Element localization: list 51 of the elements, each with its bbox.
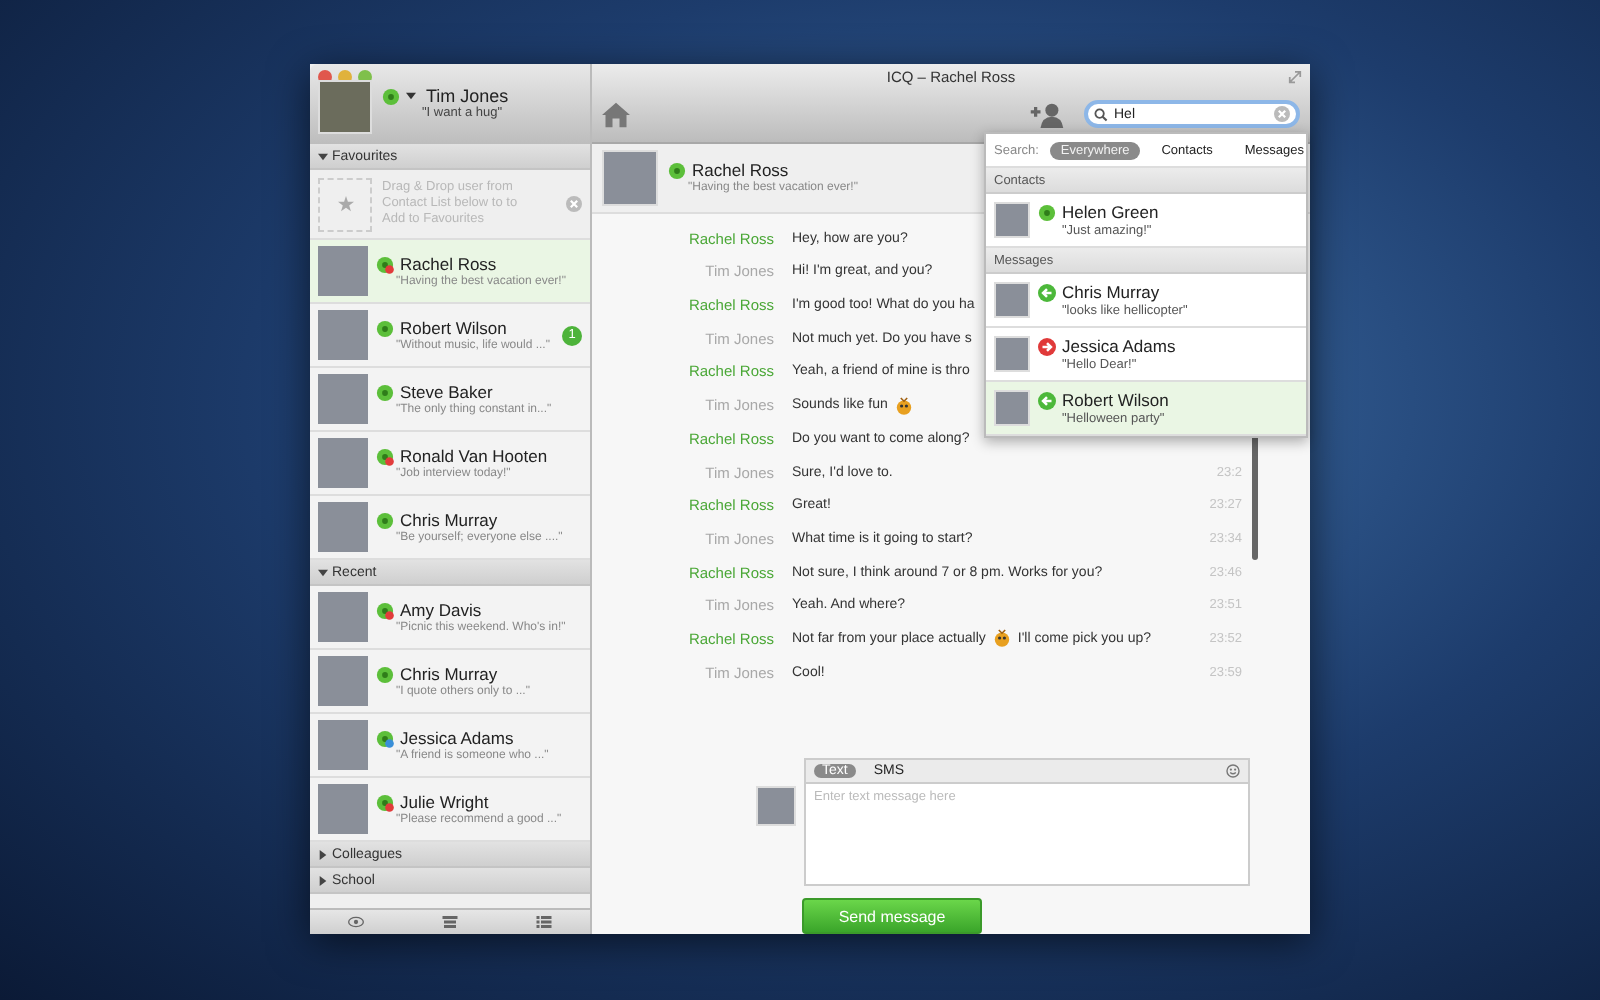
avatar-photo	[318, 784, 368, 834]
contact-name: Ronald Van Hooten	[400, 446, 548, 466]
contact-name: Jessica Adams	[400, 728, 514, 748]
avatar-photo	[318, 246, 368, 296]
add-contact-icon[interactable]	[1030, 101, 1064, 127]
avatar-photo	[318, 720, 368, 770]
eye-icon[interactable]	[348, 916, 365, 928]
contact-name: Steve Baker	[400, 382, 493, 402]
avatar-photo	[994, 390, 1030, 426]
left-arrow-icon	[1038, 391, 1056, 409]
menu-icon[interactable]	[535, 916, 552, 928]
avatar-photo	[318, 310, 368, 360]
avatar-photo	[318, 374, 368, 424]
right-arrow-icon	[1038, 337, 1056, 355]
contact-name: Robert Wilson	[400, 318, 507, 338]
smiley-icon[interactable]	[1226, 763, 1240, 777]
contact-name: Chris Murray	[400, 510, 498, 530]
avatar-photo	[318, 438, 368, 488]
fullscreen-icon[interactable]	[1288, 70, 1302, 84]
avatar-photo	[994, 202, 1030, 238]
avatar-photo	[318, 656, 368, 706]
contact-name: Rachel Ross	[400, 254, 497, 274]
avatar-photo	[318, 592, 368, 642]
caret-icon[interactable]	[406, 92, 416, 100]
status-flower-icon[interactable]	[382, 87, 400, 105]
avatar-photo	[318, 502, 368, 552]
status-flower-icon	[1038, 203, 1056, 221]
contact-name: Amy Davis	[400, 600, 482, 620]
collapsed-triangle-icon[interactable]	[318, 875, 328, 885]
result-name: Helen Green	[1062, 202, 1159, 222]
chat-contact-name: Rachel Ross	[692, 160, 789, 181]
avatar-photo	[756, 785, 796, 825]
contact-name: Chris Murray	[400, 664, 498, 684]
search-icon	[1094, 107, 1108, 121]
expanded-triangle-icon[interactable]	[318, 151, 328, 161]
result-name: Jessica Adams	[1062, 336, 1176, 356]
status-flower-icon	[668, 161, 686, 180]
home-icon[interactable]	[602, 101, 630, 127]
avatar-photo	[994, 336, 1030, 372]
left-arrow-icon	[1038, 283, 1056, 301]
contact-name: Julie Wright	[400, 792, 489, 812]
result-name: Robert Wilson	[1062, 390, 1169, 410]
collapsed-triangle-icon[interactable]	[318, 849, 328, 859]
avatar-photo	[318, 80, 372, 134]
result-name: Chris Murray	[1062, 282, 1160, 302]
user-name: Tim Jones	[426, 86, 509, 106]
star-icon	[337, 196, 353, 212]
expanded-triangle-icon[interactable]	[318, 567, 328, 577]
avatar-photo	[602, 149, 658, 206]
list-icon[interactable]	[441, 916, 458, 928]
avatar-photo	[994, 282, 1030, 318]
